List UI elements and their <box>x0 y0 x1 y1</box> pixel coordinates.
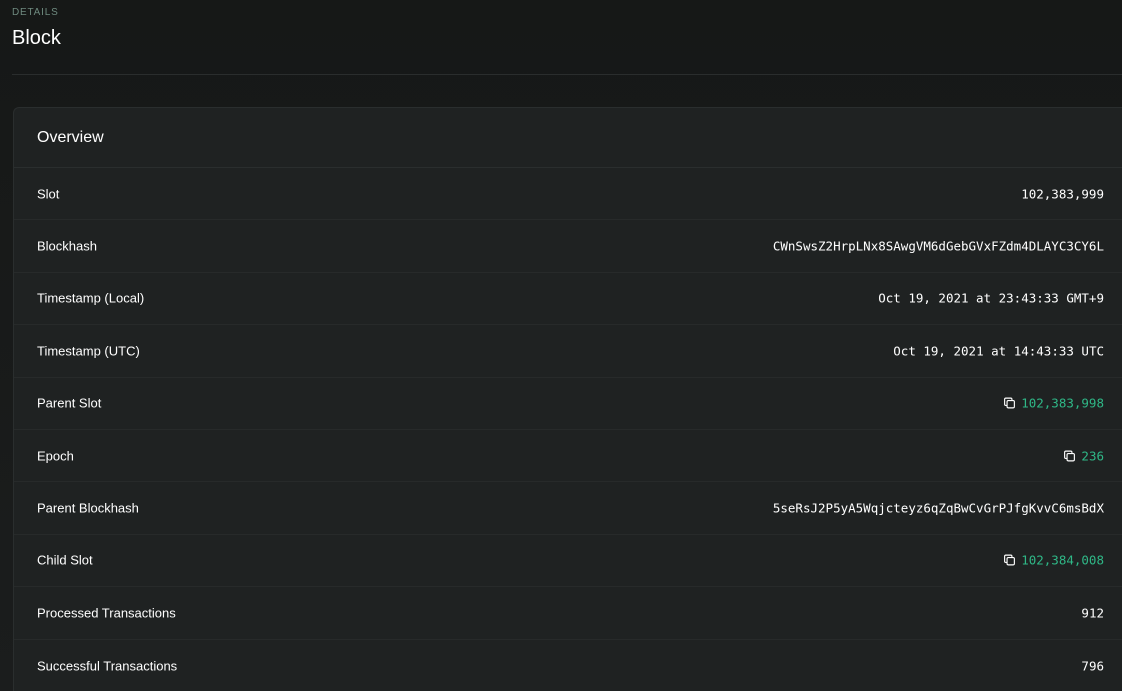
processed-transactions-value-container: 912 <box>1081 605 1104 620</box>
child-slot-value-container: 102,384,008 <box>1003 553 1104 568</box>
timestamp-utc-label: Timestamp (UTC) <box>37 343 140 359</box>
parent-blockhash-label: Parent Blockhash <box>37 500 139 516</box>
table-row-blockhash: Blockhash CWnSwsZ2HrpLNx8SAwgVM6dGebGVxF… <box>14 220 1122 273</box>
parent-blockhash-value: 5seRsJ2P5yA5Wqjcteyz6qZqBwCvGrPJfgKvvC6m… <box>772 500 1104 516</box>
successful-transactions-value-container: 796 <box>1081 658 1104 673</box>
overview-card-title: Overview <box>37 129 104 146</box>
page-title: Block <box>12 27 61 49</box>
child-slot-value[interactable]: 102,384,008 <box>1021 553 1104 568</box>
epoch-label: Epoch <box>37 448 74 464</box>
processed-transactions-label: Processed Transactions <box>37 605 176 621</box>
parent-slot-label: Parent Slot <box>37 395 102 411</box>
table-row-child-slot: Child Slot 102,384,008 <box>14 535 1122 588</box>
table-row-epoch: Epoch 236 <box>14 430 1122 483</box>
processed-transactions-value: 912 <box>1081 605 1104 621</box>
parent-slot-value[interactable]: 102,383,998 <box>1021 396 1104 411</box>
table-row-slot: Slot 102,383,999 <box>14 168 1122 221</box>
successful-transactions-value: 796 <box>1081 658 1104 674</box>
blockhash-value: CWnSwsZ2HrpLNx8SAwgVM6dGebGVxFZdm4DLAYC3… <box>772 238 1104 254</box>
timestamp-utc-value: Oct 19, 2021 at 14:43:33 UTC <box>893 343 1104 359</box>
timestamp-local-value: Oct 19, 2021 at 23:43:33 GMT+9 <box>878 290 1104 306</box>
block-details-page: DETAILS Block Overview Slot 102,383,999 … <box>0 0 1122 691</box>
slot-value: 102,383,999 <box>1021 186 1104 202</box>
table-row-processed-transactions: Processed Transactions 912 <box>14 587 1122 640</box>
epoch-value-container: 236 <box>1063 448 1104 463</box>
timestamp-local-value-container: Oct 19, 2021 at 23:43:33 GMT+9 <box>878 291 1104 306</box>
page-pretitle: DETAILS <box>12 7 59 18</box>
page-header: DETAILS Block <box>12 0 1122 75</box>
blockhash-label: Blockhash <box>37 238 97 254</box>
table-row-timestamp-utc: Timestamp (UTC) Oct 19, 2021 at 14:43:33… <box>14 325 1122 378</box>
overview-card-header: Overview <box>14 108 1122 168</box>
successful-transactions-label: Successful Transactions <box>37 658 178 674</box>
copy-icon[interactable] <box>1003 397 1016 410</box>
copy-icon[interactable] <box>1003 554 1016 567</box>
overview-table: Slot 102,383,999 Blockhash CWnSwsZ2HrpLN… <box>14 168 1122 691</box>
table-row-parent-blockhash: Parent Blockhash 5seRsJ2P5yA5Wqjcteyz6qZ… <box>14 482 1122 535</box>
child-slot-label: Child Slot <box>37 552 93 568</box>
table-row-parent-slot: Parent Slot 102,383,998 <box>14 378 1122 430</box>
overview-card: Overview Slot 102,383,999 Blockhash CWnS… <box>13 107 1122 691</box>
timestamp-local-label: Timestamp (Local) <box>37 290 145 306</box>
slot-label: Slot <box>37 186 60 202</box>
slot-value-container: 102,383,999 <box>1021 186 1104 201</box>
timestamp-utc-value-container: Oct 19, 2021 at 14:43:33 UTC <box>893 343 1104 358</box>
blockhash-value-container: CWnSwsZ2HrpLNx8SAwgVM6dGebGVxFZdm4DLAYC3… <box>773 239 1104 254</box>
table-row-timestamp-local: Timestamp (Local) Oct 19, 2021 at 23:43:… <box>14 273 1122 326</box>
copy-icon[interactable] <box>1063 449 1076 462</box>
parent-blockhash-value-container: 5seRsJ2P5yA5Wqjcteyz6qZqBwCvGrPJfgKvvC6m… <box>773 501 1104 516</box>
epoch-value[interactable]: 236 <box>1081 448 1104 463</box>
table-row-successful-transactions: Successful Transactions 796 <box>14 640 1122 691</box>
parent-slot-value-container: 102,383,998 <box>1003 396 1104 411</box>
